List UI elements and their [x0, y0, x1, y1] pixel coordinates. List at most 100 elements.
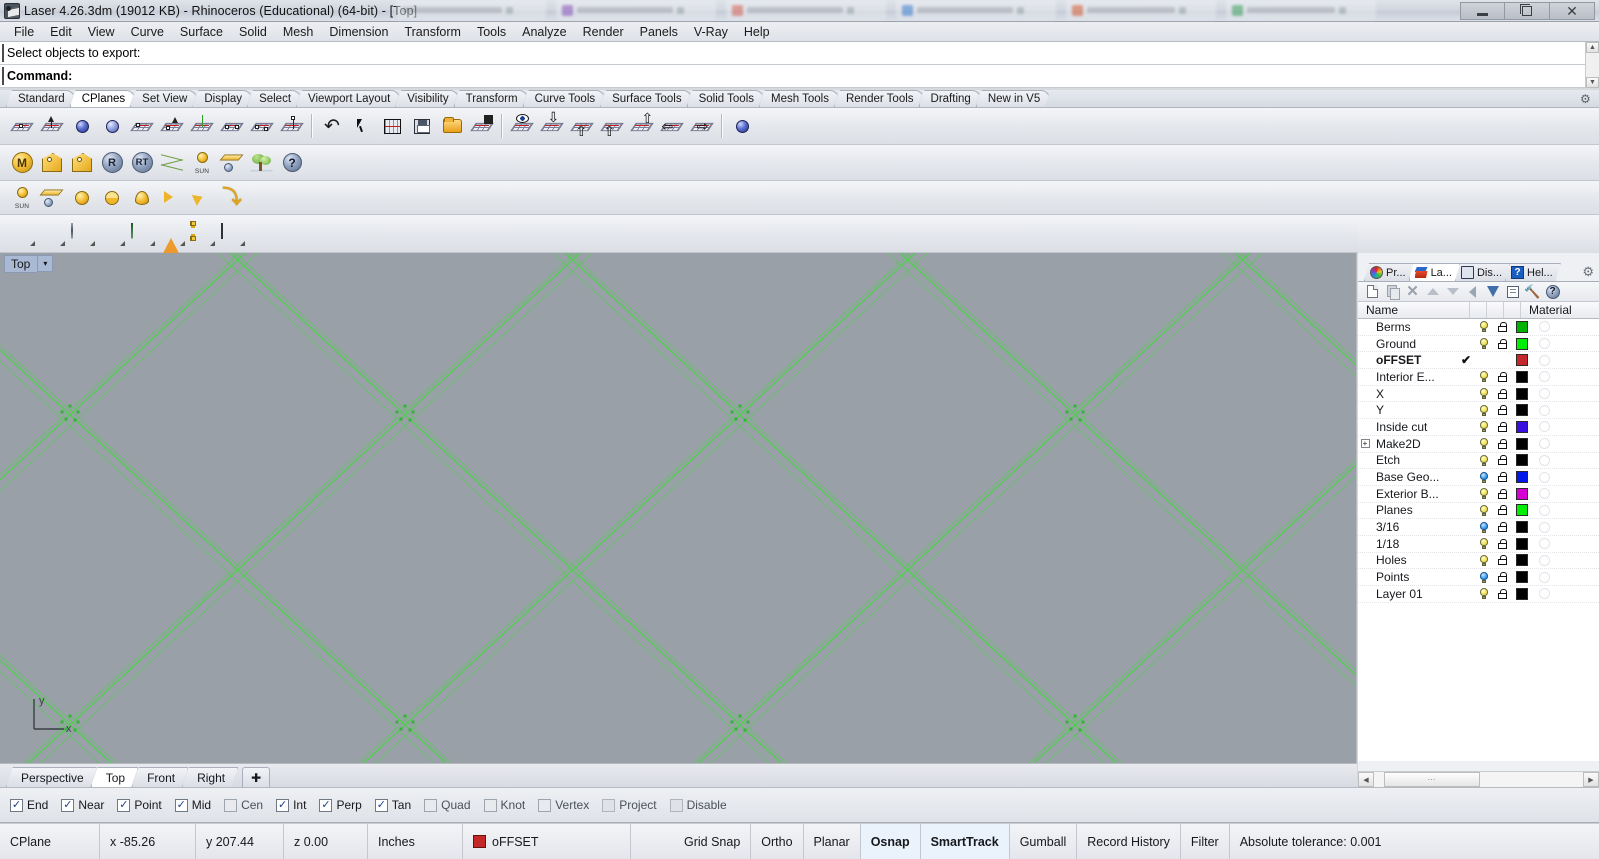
ground-plane-light-icon[interactable] — [38, 184, 66, 212]
status-toggle-ortho[interactable]: Ortho — [751, 824, 804, 859]
osnap-checkbox-disable[interactable] — [669, 798, 683, 812]
cplane-origin-icon[interactable] — [8, 112, 36, 140]
layer-material-swatch[interactable] — [1533, 521, 1555, 533]
layer-help-icon[interactable]: ? — [1544, 283, 1561, 300]
layer-expand-toggle[interactable]: + — [1358, 439, 1372, 449]
layer-color-swatch[interactable] — [1511, 471, 1533, 484]
osnap-checkbox-project[interactable] — [602, 798, 616, 812]
layer-color-swatch[interactable] — [1511, 571, 1533, 584]
layer-material-swatch[interactable] — [1533, 504, 1555, 516]
layer-visibility-bulb-icon[interactable] — [1474, 538, 1493, 550]
layer-visibility-bulb-icon[interactable] — [1474, 371, 1493, 383]
layer-row[interactable]: Points — [1358, 569, 1599, 586]
layer-name[interactable]: 1/18 — [1372, 537, 1458, 551]
layer-visibility-bulb-icon[interactable] — [1474, 504, 1493, 516]
osnap-checkbox-near[interactable]: ✓ — [61, 798, 75, 812]
layer-name[interactable]: 3/16 — [1372, 520, 1458, 534]
layer-lock-icon[interactable] — [1493, 488, 1511, 499]
move-left-icon[interactable] — [1464, 283, 1481, 300]
cplane-rotate-icon[interactable] — [218, 112, 246, 140]
status-current-layer[interactable]: oFFSET — [463, 824, 631, 859]
layer-name[interactable]: Layer 01 — [1372, 587, 1458, 601]
layer-visibility-bulb-icon[interactable] — [1474, 471, 1493, 483]
toolbar-tab-solid-tools[interactable]: Solid Tools — [687, 90, 764, 107]
osnap-option-knot[interactable]: Knot — [483, 798, 525, 812]
cplane-named-icon[interactable] — [468, 112, 496, 140]
layer-lock-icon[interactable] — [1493, 472, 1511, 483]
osnap-checkbox-perp[interactable]: ✓ — [319, 798, 333, 812]
color-swatch[interactable] — [1516, 454, 1528, 467]
layer-material-swatch[interactable] — [1533, 338, 1555, 350]
layer-material-swatch[interactable] — [1533, 471, 1555, 483]
menu-item-dimension[interactable]: Dimension — [321, 23, 396, 41]
layer-name[interactable]: Y — [1372, 403, 1458, 417]
panel-tab-layers[interactable]: La... — [1409, 263, 1460, 281]
glass-material-icon[interactable] — [68, 220, 96, 248]
command-history-line[interactable]: Select objects to export: — [0, 42, 1599, 65]
cplane-object-icon[interactable] — [68, 112, 96, 140]
osnap-option-cen[interactable]: Cen — [224, 798, 263, 812]
panel-options-gear-icon[interactable]: ⚙ — [1582, 264, 1594, 280]
layer-lock-icon[interactable] — [1493, 371, 1511, 382]
viewport-tab-front[interactable]: Front — [132, 767, 188, 787]
cplane-world-front-icon[interactable]: ⇩ — [538, 110, 566, 140]
red-material-icon[interactable] — [8, 220, 36, 248]
layer-color-swatch[interactable] — [1511, 437, 1533, 450]
osnap-option-vertex[interactable]: Vertex — [538, 798, 589, 812]
layer-material-swatch[interactable] — [1533, 354, 1555, 366]
layer-name[interactable]: Inside cut — [1372, 420, 1458, 434]
layer-name[interactable]: Holes — [1372, 553, 1458, 567]
panel-tab-display-monitor[interactable]: Dis... — [1455, 263, 1510, 281]
cplane-down-icon[interactable]: ⇧ — [598, 112, 626, 140]
cplane-surface-icon[interactable] — [98, 112, 126, 140]
maximize-button[interactable] — [1505, 2, 1550, 20]
spot-light-icon[interactable] — [98, 184, 126, 212]
cplane-next-icon[interactable]: ⇧ — [628, 111, 656, 140]
layer-row[interactable]: 1/18 — [1358, 536, 1599, 553]
layer-color-swatch[interactable] — [1511, 504, 1533, 517]
osnap-checkbox-knot[interactable] — [483, 798, 497, 812]
linear-light-icon[interactable] — [188, 184, 216, 212]
toolbar-tab-transform[interactable]: Transform — [454, 90, 528, 107]
color-swatch[interactable] — [1516, 437, 1528, 450]
layer-lock-icon[interactable] — [1493, 588, 1511, 599]
mesh-wires-icon[interactable] — [158, 149, 186, 177]
cplane-right-icon[interactable]: ⇨ — [688, 112, 716, 140]
layer-lock-icon[interactable] — [1493, 405, 1511, 416]
cplane-undo-icon[interactable]: ↶ — [318, 112, 346, 140]
current-layer-check[interactable]: ✔ — [1458, 353, 1474, 367]
layer-row[interactable]: + Make2D — [1358, 436, 1599, 453]
status-toggle-filter[interactable]: Filter — [1181, 824, 1230, 859]
render-help-icon[interactable]: ? — [278, 149, 306, 177]
layer-color-swatch[interactable] — [1511, 320, 1533, 333]
osnap-checkbox-int[interactable]: ✓ — [276, 798, 290, 812]
layer-visibility-bulb-icon[interactable] — [1474, 404, 1493, 416]
color-swatch[interactable] — [1516, 370, 1528, 383]
delete-layer-icon[interactable]: ✕ — [1404, 283, 1421, 300]
layer-material-swatch[interactable] — [1533, 371, 1555, 383]
layer-color-swatch[interactable] — [1511, 554, 1533, 567]
ground-plane-icon[interactable] — [218, 149, 246, 177]
layer-list[interactable]: Berms Ground oFFSET ✔ Interior E... X Y Inside … — [1358, 319, 1599, 761]
minimize-button[interactable] — [1460, 2, 1505, 20]
layer-lock-icon[interactable] — [1493, 505, 1511, 516]
layer-name[interactable]: Planes — [1372, 503, 1458, 517]
toolbar-tab-new-in-v5[interactable]: New in V5 — [976, 90, 1050, 107]
menu-item-surface[interactable]: Surface — [172, 23, 231, 41]
cplane-open-icon[interactable] — [438, 112, 466, 140]
toolbar-tab-cplanes[interactable]: CPlanes — [70, 90, 135, 107]
toolbar-tab-drafting[interactable]: Drafting — [919, 90, 981, 107]
layer-color-swatch[interactable] — [1511, 420, 1533, 433]
panel-tab-help[interactable]: ? Hel... — [1505, 263, 1561, 281]
filter-icon[interactable] — [1484, 283, 1501, 300]
layer-lock-icon[interactable] — [1493, 338, 1511, 349]
osnap-option-int[interactable]: ✓ Int — [276, 798, 306, 812]
layer-visibility-bulb-icon[interactable] — [1474, 571, 1493, 583]
layer-color-swatch[interactable] — [1511, 404, 1533, 417]
cplane-to-view-icon[interactable] — [248, 112, 276, 140]
layer-row[interactable]: Interior E... — [1358, 369, 1599, 386]
layer-lock-icon[interactable] — [1493, 421, 1511, 432]
osnap-checkbox-point[interactable]: ✓ — [117, 798, 131, 812]
layer-visibility-bulb-icon[interactable] — [1474, 338, 1493, 350]
menu-item-render[interactable]: Render — [575, 23, 632, 41]
